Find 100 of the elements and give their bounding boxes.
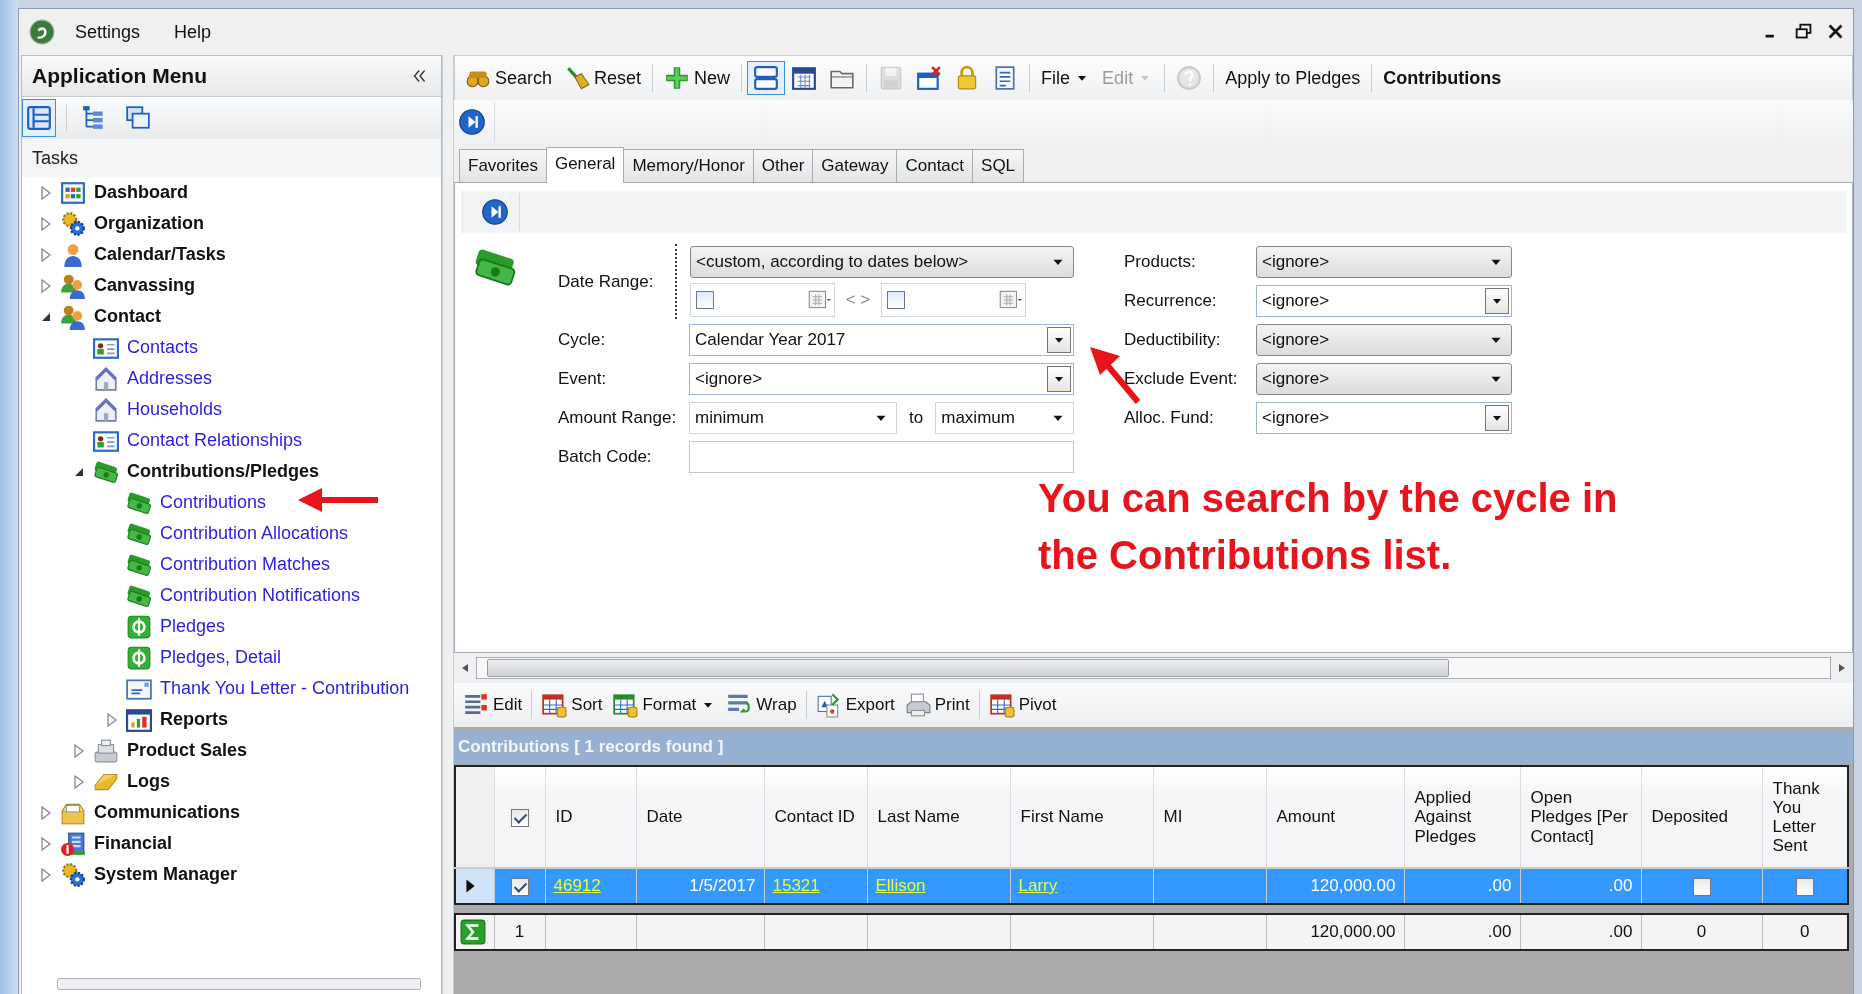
dropdown[interactable]: minimum xyxy=(689,402,898,434)
toolbar-button[interactable]: Reset xyxy=(558,61,648,95)
combo-box[interactable]: <ignore> xyxy=(1256,402,1512,434)
horizontal-scrollbar[interactable] xyxy=(454,653,1853,683)
checkbox[interactable] xyxy=(510,808,529,827)
toolbar-button[interactable]: Print xyxy=(899,689,975,721)
view-toggle[interactable] xyxy=(22,99,56,137)
tab[interactable]: Memory/Honor xyxy=(623,149,754,182)
toolbar-button[interactable]: Pivot xyxy=(983,689,1062,721)
toolbar-button[interactable]: New xyxy=(658,61,737,95)
dropdown-button[interactable] xyxy=(1047,366,1071,392)
tree-item[interactable]: Financial xyxy=(94,833,173,854)
collapsed-arrow-icon[interactable] xyxy=(40,185,52,200)
combo-box[interactable]: <ignore> xyxy=(689,363,1074,395)
menu-item[interactable]: Settings xyxy=(61,17,155,47)
tree-item[interactable]: Logs xyxy=(127,771,170,792)
dropdown[interactable]: <custom, according to dates below> xyxy=(690,246,1074,278)
toolbar-button[interactable]: Apply to Pledges xyxy=(1219,63,1367,93)
scrollbar[interactable] xyxy=(57,978,421,990)
group-header: Contributions [ 1 records found ] xyxy=(458,737,724,757)
tree-item[interactable]: Contacts xyxy=(127,337,199,358)
split-view-button[interactable] xyxy=(747,61,786,95)
tab[interactable]: General xyxy=(545,147,625,183)
tree-item[interactable]: Households xyxy=(127,399,223,420)
tree-item[interactable]: Contribution Notifications xyxy=(160,585,361,606)
tab[interactable]: SQL xyxy=(972,149,1025,182)
tree-item[interactable]: Calendar/Tasks xyxy=(94,244,226,265)
dropdown-button[interactable] xyxy=(1047,327,1071,353)
checkbox[interactable] xyxy=(1692,877,1711,896)
collapsed-arrow-icon[interactable] xyxy=(40,247,52,262)
tree-item[interactable]: Canvassing xyxy=(94,275,196,296)
chart-icon xyxy=(126,706,152,733)
checkbox[interactable] xyxy=(1795,877,1814,896)
menu-item[interactable]: Help xyxy=(160,17,226,47)
collapsed-arrow-icon[interactable] xyxy=(40,805,52,820)
tree-item[interactable]: Contribution Matches xyxy=(160,554,331,575)
column-header[interactable]: Last Name xyxy=(867,766,1010,868)
tree-item[interactable]: Product Sales xyxy=(127,740,248,761)
combo-box[interactable]: <ignore> xyxy=(1256,285,1512,317)
collapsed-arrow-icon[interactable] xyxy=(40,836,52,851)
toolbar-button[interactable]: Contributions xyxy=(1377,63,1508,93)
input-field[interactable] xyxy=(689,441,1074,473)
tree-item[interactable]: Pledges xyxy=(160,616,226,637)
dropdown[interactable]: <ignore> xyxy=(1256,363,1512,395)
dropdown[interactable]: <ignore> xyxy=(1256,246,1512,278)
toolbar-button[interactable]: Edit xyxy=(458,689,528,721)
checkbox[interactable] xyxy=(696,291,714,309)
checkbox[interactable] xyxy=(510,877,529,896)
column-header[interactable]: Date xyxy=(636,766,764,868)
tab[interactable]: Other xyxy=(752,149,814,182)
tree-item[interactable]: Dashboard xyxy=(94,182,189,203)
tree-item[interactable]: Contribution Allocations xyxy=(160,523,349,544)
dropdown[interactable]: maximum xyxy=(935,402,1074,434)
collapsed-arrow-icon[interactable] xyxy=(73,743,85,758)
column-header[interactable]: Open Pledges [Per Contact] xyxy=(1520,766,1641,868)
tab[interactable]: Favorites xyxy=(459,149,547,182)
collapsed-arrow-icon[interactable] xyxy=(73,774,85,789)
collapsed-arrow-icon[interactable] xyxy=(40,278,52,293)
tree-item[interactable]: System Manager xyxy=(94,864,238,885)
collapsed-arrow-icon[interactable] xyxy=(40,216,52,231)
tree-item[interactable]: Thank You Letter - Contribution xyxy=(160,678,410,699)
collapsed-arrow-icon[interactable] xyxy=(106,712,118,727)
dropdown-button[interactable] xyxy=(1485,288,1509,314)
column-header[interactable]: Amount xyxy=(1266,766,1404,868)
toolbar-button[interactable]: Sort xyxy=(536,689,608,721)
column-header[interactable]: Deposited xyxy=(1641,766,1762,868)
column-header[interactable]: First Name xyxy=(1010,766,1153,868)
date-field[interactable] xyxy=(690,283,835,317)
toolbar-button[interactable]: Search xyxy=(459,61,559,95)
tree-item[interactable]: Contributions xyxy=(160,492,267,513)
dropdown[interactable]: <ignore> xyxy=(1256,324,1512,356)
menu-button[interactable]: File xyxy=(1035,63,1097,93)
tree-item[interactable]: Reports xyxy=(160,709,228,730)
column-header[interactable]: Applied Against Pledges xyxy=(1404,766,1520,868)
field-label: Amount Range: xyxy=(558,408,678,428)
play-circle-icon[interactable] xyxy=(481,198,509,226)
toolbar-button[interactable]: Export xyxy=(810,689,900,721)
checkbox[interactable] xyxy=(887,291,905,309)
annotation-text: You can search by the cycle in the Contributions list. xyxy=(1038,475,1619,579)
tree-item[interactable]: Contact Relationships xyxy=(127,430,303,451)
tree-item[interactable]: Communications xyxy=(94,802,240,823)
column-header[interactable]: ID xyxy=(545,766,636,868)
column-header[interactable]: Contact ID xyxy=(764,766,867,868)
date-field[interactable] xyxy=(881,283,1026,317)
combo-box[interactable]: Calendar Year 2017 xyxy=(689,324,1074,356)
collapsed-arrow-icon[interactable] xyxy=(40,867,52,882)
column-header[interactable]: Thank You Letter Sent xyxy=(1762,766,1848,868)
toolbar-button[interactable]: Wrap xyxy=(721,689,802,721)
tree-item[interactable]: Addresses xyxy=(127,368,213,389)
play-circle-icon[interactable] xyxy=(458,108,486,136)
toolbar-button[interactable]: Format xyxy=(607,689,722,721)
tree-item[interactable]: Contact xyxy=(94,306,161,327)
tree-item[interactable]: Pledges, Detail xyxy=(160,647,282,668)
tree-item[interactable]: Organization xyxy=(94,213,204,234)
dropdown-button[interactable] xyxy=(1485,405,1509,431)
tab[interactable]: Gateway xyxy=(812,149,898,182)
tab[interactable]: Contact xyxy=(896,149,974,182)
tree-item[interactable]: Contributions/Pledges xyxy=(127,461,319,482)
split-view-icon xyxy=(753,65,780,91)
column-header[interactable]: MI xyxy=(1153,766,1266,868)
